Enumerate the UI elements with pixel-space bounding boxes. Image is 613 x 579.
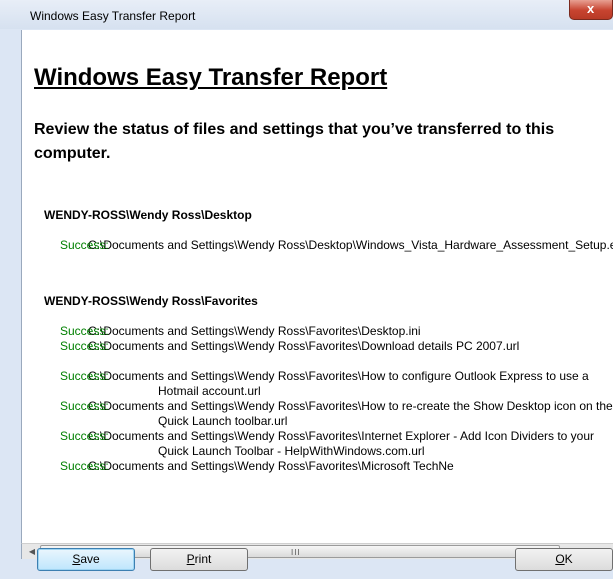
file-path: C:\Documents and Settings\Wendy Ross\Fav… <box>88 339 520 353</box>
status-label: Success: <box>60 459 109 473</box>
file-path: C:\Documents and Settings\Wendy Ross\Fav… <box>88 369 589 398</box>
section-header-favorites: WENDY-ROSS\Wendy Ross\Favorites <box>44 294 258 308</box>
print-mnemonic: P <box>186 552 195 566</box>
print-label-rest: rint <box>194 552 212 566</box>
file-path: C:\Documents and Settings\Wendy Ross\Fav… <box>88 399 613 428</box>
status-label: Success: <box>60 238 109 252</box>
status-label: Success: <box>60 399 109 413</box>
ok-button[interactable]: OK <box>515 548 613 571</box>
scrollbar-grip: III <box>291 548 301 557</box>
ok-label-rest: K <box>564 552 573 566</box>
save-button[interactable]: Save <box>37 548 135 571</box>
file-path: C:\Documents and Settings\Wendy Ross\Des… <box>88 238 613 252</box>
transfer-entry: Success: C:\Documents and Settings\Wendy… <box>60 238 613 253</box>
section-header-desktop: WENDY-ROSS\Wendy Ross\Desktop <box>44 208 252 222</box>
transfer-report-window: Windows Easy Transfer Report x Windows E… <box>0 0 613 579</box>
file-path: C:\Documents and Settings\Wendy Ross\Fav… <box>88 429 595 458</box>
transfer-entry: Success: C:\Documents and Settings\Wendy… <box>60 339 608 354</box>
save-label-rest: ave <box>80 552 100 566</box>
close-button[interactable]: x <box>569 0 613 20</box>
status-label: Success: <box>60 339 109 353</box>
status-label: Success: <box>60 429 109 443</box>
transfer-entry: Success: C:\Documents and Settings\Wendy… <box>60 399 613 429</box>
transfer-entry: Success: C:\Documents and Settings\Wendy… <box>60 369 606 399</box>
report-content[interactable]: Windows Easy Transfer Report Review the … <box>21 30 613 543</box>
close-icon: x <box>587 1 595 16</box>
transfer-entry: Success: C:\Documents and Settings\Wendy… <box>60 324 613 339</box>
title-bar[interactable]: Windows Easy Transfer Report x <box>0 0 613 29</box>
status-label: Success: <box>60 324 109 338</box>
report-subtitle: Review the status of files and settings … <box>34 121 555 162</box>
file-path: C:\Documents and Settings\Wendy Ross\Fav… <box>88 459 454 473</box>
window-title: Windows Easy Transfer Report <box>30 9 196 23</box>
report-title: Windows Easy Transfer Report <box>34 64 388 91</box>
print-button[interactable]: Print <box>150 548 248 571</box>
file-path: C:\Documents and Settings\Wendy Ross\Fav… <box>88 324 421 338</box>
ok-mnemonic: O <box>555 552 565 566</box>
status-label: Success: <box>60 369 109 383</box>
transfer-entry: Success: C:\Documents and Settings\Wendy… <box>60 429 613 459</box>
transfer-entry: Success: C:\Documents and Settings\Wendy… <box>60 459 613 474</box>
